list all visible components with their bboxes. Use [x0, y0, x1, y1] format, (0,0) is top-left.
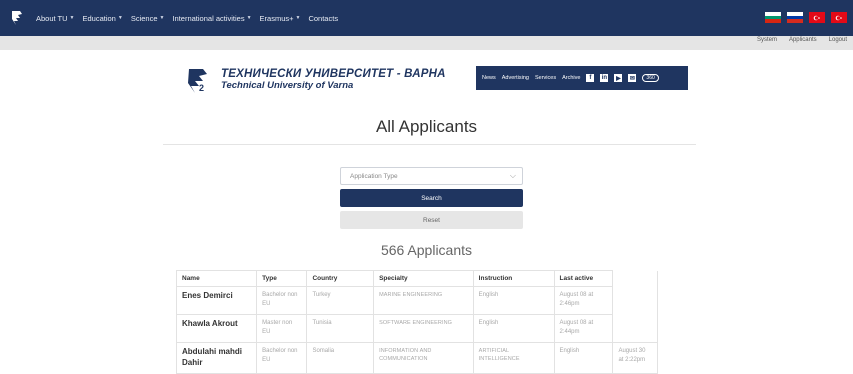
- cell-specialty: INFORMATION AND COMMUNICATION: [373, 342, 474, 374]
- cell-last-active: August 08 at 2:46pm: [553, 286, 614, 315]
- brand-line-en: Technical University of Varna: [221, 80, 354, 92]
- applicants-link[interactable]: Applicants: [789, 37, 817, 43]
- nav-item-3[interactable]: International activities ▼: [172, 14, 251, 23]
- cell-instruction: English: [472, 314, 555, 343]
- user-bar: [0, 36, 853, 50]
- nav-item-5[interactable]: Contacts: [308, 14, 338, 23]
- caret-down-icon: ▼: [295, 15, 301, 21]
- cell-last-active: August 08 at 2:44pm: [553, 314, 614, 343]
- university-brand[interactable]: 2 ТЕХНИЧЕСКИ УНИВЕРСИТЕТ - ВАРНА Technic…: [185, 65, 446, 95]
- nav-item-label: Contacts: [308, 13, 339, 23]
- nav-item-label: About TU: [36, 13, 68, 23]
- cell-country: Somalia: [306, 342, 375, 374]
- facebook-icon[interactable]: f: [586, 74, 595, 82]
- caret-down-icon: ▼: [159, 15, 165, 21]
- cell-type: Bachelor non EU: [256, 342, 308, 374]
- cell-extra: [612, 314, 658, 343]
- column-header[interactable]: Name: [175, 270, 258, 287]
- caret-down-icon: ▼: [246, 15, 252, 21]
- language-flags: [765, 12, 847, 23]
- cell-instruction: ARTIFICIAL INTELLIGENCE: [472, 342, 555, 374]
- table-header-row: Name Type Country Specialty Instruction Last …: [175, 270, 658, 287]
- table-row[interactable]: Khawla Akrout Master non EU Tunisia SOFTWAR…: [175, 314, 658, 343]
- turkish-flag-icon[interactable]: [809, 12, 825, 23]
- table-row[interactable]: Abdulahi mahdi Dahir Bachelor non EU Somal…: [175, 342, 658, 374]
- nav-item-0[interactable]: About TU ▼: [36, 14, 75, 23]
- nav-item-label: Science: [130, 13, 158, 23]
- email-icon[interactable]: ✉: [628, 74, 637, 82]
- application-type-select[interactable]: Application Type ⌵: [340, 167, 523, 185]
- nav-item-1[interactable]: Education ▼: [83, 14, 123, 23]
- university-crest-icon: 2: [188, 69, 207, 93]
- application-type-placeholder: Application Type: [350, 172, 398, 180]
- caret-down-icon: ▼: [117, 15, 123, 21]
- caret-down-icon: ▼: [69, 15, 75, 21]
- cell-last-active: English: [553, 342, 614, 374]
- page-title: All Applicants: [375, 117, 478, 136]
- column-header[interactable]: Country: [306, 270, 375, 287]
- nav-item-label: Erasmus+: [259, 13, 294, 23]
- top-navigation-bar: About TU ▼ Education ▼ Science ▼ International…: [0, 0, 853, 36]
- cell-instruction: English: [472, 286, 555, 315]
- cell-name[interactable]: Abdulahi mahdi Dahir: [175, 342, 258, 374]
- services-link[interactable]: Services: [535, 75, 556, 81]
- cell-name[interactable]: Khawla Akrout: [175, 314, 258, 343]
- applicants-count: 566 Applicants: [380, 242, 473, 258]
- column-header[interactable]: Type: [256, 270, 308, 287]
- cell-country: Tunisia: [306, 314, 375, 343]
- advertising-link[interactable]: Advertising: [502, 75, 529, 81]
- reset-button[interactable]: Reset: [340, 211, 523, 229]
- news-link[interactable]: News: [482, 75, 496, 81]
- table-row[interactable]: Enes Demirci Bachelor non EU Turkey MARINE …: [175, 286, 658, 315]
- cell-extra: [612, 286, 658, 315]
- tu-logo-icon[interactable]: [9, 9, 25, 27]
- nav-item-2[interactable]: Science ▼: [131, 14, 165, 23]
- column-header[interactable]: Last active: [553, 270, 614, 287]
- column-header[interactable]: Specialty: [373, 270, 474, 287]
- cell-specialty: MARINE ENGINEERING: [373, 286, 474, 315]
- svg-text:2: 2: [199, 83, 204, 93]
- bulgarian-flag-icon[interactable]: [765, 12, 781, 23]
- user-links: System Applicants Logout: [757, 37, 847, 43]
- turkish-flag-icon-2[interactable]: [831, 12, 847, 23]
- linkedin-icon[interactable]: in: [600, 74, 609, 82]
- archive-link[interactable]: Archive: [562, 75, 580, 81]
- main-menu: About TU ▼ Education ▼ Science ▼ International…: [36, 14, 338, 23]
- logout-link[interactable]: Logout: [829, 37, 847, 43]
- search-button[interactable]: Search: [340, 189, 523, 207]
- nav-item-label: International activities: [172, 13, 245, 23]
- virtual-tour-360-icon[interactable]: 360: [642, 74, 659, 82]
- nav-item-label: Education: [82, 13, 116, 23]
- youtube-icon[interactable]: ▶: [614, 74, 623, 82]
- cell-specialty: SOFTWARE ENGINEERING: [373, 314, 474, 343]
- chevron-down-icon: ⌵: [509, 171, 516, 180]
- nav-item-4[interactable]: Erasmus+ ▼: [260, 14, 301, 23]
- cell-name[interactable]: Enes Demirci: [175, 286, 258, 315]
- cell-type: Bachelor non EU: [256, 286, 308, 315]
- system-link[interactable]: System: [757, 37, 777, 43]
- cell-type: Master non EU: [256, 314, 308, 343]
- cell-country: Turkey: [306, 286, 375, 315]
- divider: [163, 144, 696, 145]
- column-header[interactable]: Instruction: [472, 270, 555, 287]
- russian-flag-icon[interactable]: [787, 12, 803, 23]
- cell-extra: August 30 at 2:22pm: [612, 342, 658, 374]
- applicants-table: Name Type Country Specialty Instruction Last …: [175, 270, 658, 374]
- column-header-empty: [612, 270, 658, 287]
- site-links-bar: News Advertising Services Archive f in ▶…: [476, 66, 688, 90]
